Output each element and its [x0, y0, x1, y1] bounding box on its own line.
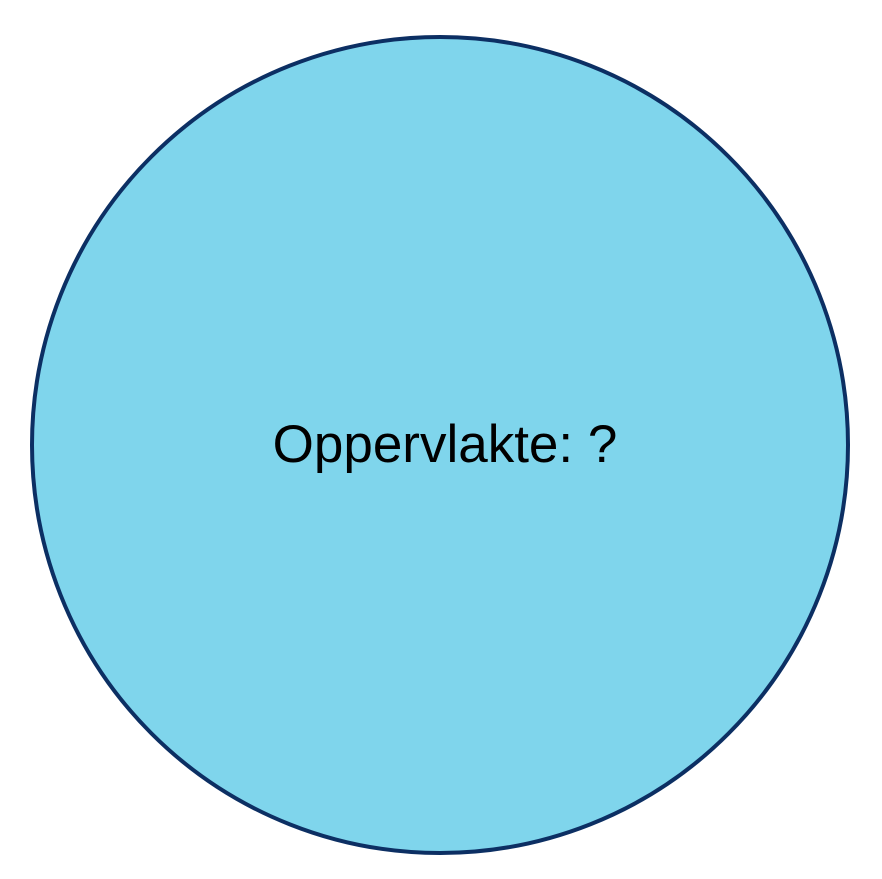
area-label: Oppervlakte: ? — [273, 415, 618, 474]
circle-diagram: Oppervlakte: ? — [30, 35, 850, 855]
